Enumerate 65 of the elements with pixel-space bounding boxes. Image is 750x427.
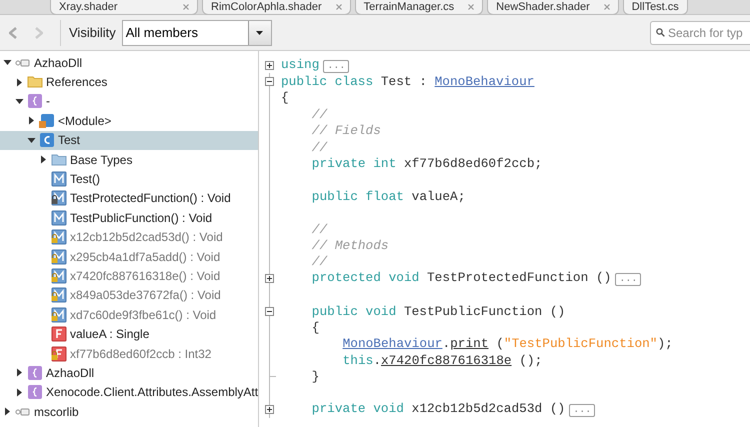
tree-item[interactable]: TestProtectedFunction() : Void	[0, 188, 258, 208]
file-tab[interactable]: Xray.shader	[50, 0, 198, 15]
tree-item[interactable]: xd7c60de9f3fbe61c() : Void	[0, 305, 258, 324]
collapse-fold-icon[interactable]	[265, 306, 274, 316]
close-icon[interactable]	[336, 4, 342, 10]
expand-arrow-icon[interactable]	[39, 155, 48, 164]
code-line: public void TestPublicFunction ()	[310, 304, 566, 319]
collapse-arrow-icon[interactable]	[15, 96, 24, 106]
code-line: }	[310, 369, 320, 384]
code-line: // Fields	[310, 123, 381, 138]
file-tab[interactable]: TerrainManager.cs	[354, 0, 484, 15]
search-icon	[656, 26, 665, 39]
code-line: public float valueA;	[310, 188, 466, 204]
code-line: private int xf77b6d8ed60f2ccb;	[310, 156, 542, 172]
tree-item[interactable]: Test()	[0, 169, 258, 189]
tree-item[interactable]: x12cb12b5d2cad53d() : Void	[0, 228, 258, 247]
expand-arrow-icon[interactable]	[3, 407, 12, 416]
code-line: //	[310, 106, 328, 122]
tree-item[interactable]: valueA : Single	[0, 324, 258, 344]
close-icon[interactable]	[604, 4, 610, 10]
code-line: {	[281, 90, 289, 106]
collapse-arrow-icon[interactable]	[27, 136, 36, 145]
expand-arrow-icon[interactable]	[15, 78, 24, 87]
file-tab[interactable]: RimColorAphla.shader	[202, 0, 351, 15]
file-tab[interactable]: DllTest.cs	[622, 0, 688, 15]
tree-item[interactable]: AzhaoDll	[0, 53, 258, 72]
code-line: this.x7420fc887616318e ();	[342, 352, 542, 368]
code-line: using ...	[281, 57, 350, 74]
tree-item[interactable]: xf77b6d8ed60f2ccb : Int32	[0, 344, 258, 364]
tree-item[interactable]: AzhaoDll	[0, 363, 258, 383]
tree-item[interactable]: x295cb4a1df7a5add() : Void	[0, 246, 258, 266]
tree-item[interactable]: TestPublicFunction() : Void	[0, 208, 258, 228]
tree-item[interactable]: Xenocode.Client.Attributes.AssemblyAtt	[0, 382, 258, 402]
file-tab[interactable]: NewShader.shader	[487, 0, 619, 15]
code-line: //	[310, 140, 328, 155]
code-line: //	[310, 254, 328, 270]
dropdown-arrow-icon	[256, 30, 264, 34]
visibility-dropdown[interactable]: All members	[122, 20, 272, 46]
tree-item[interactable]: mscorlib	[0, 402, 258, 422]
code-line: protected void TestProtectedFunction () ...	[281, 270, 642, 286]
collapse-fold-icon[interactable]	[265, 77, 274, 86]
expand-fold-icon[interactable]	[265, 274, 274, 283]
code-line: // Methods	[310, 238, 389, 253]
close-icon[interactable]	[468, 4, 474, 10]
visibility-label: Visibility	[69, 25, 116, 40]
tree-item[interactable]: <Module>	[0, 111, 258, 131]
tree-item[interactable]: References	[0, 72, 258, 92]
collapse-arrow-icon[interactable]	[3, 58, 12, 68]
tree-item[interactable]: -	[0, 92, 258, 112]
code-line: private void x12cb12b5d2cad53d () ...	[281, 401, 596, 418]
tree-item[interactable]: Test	[0, 130, 258, 150]
search-field[interactable]: Search for typ	[650, 20, 750, 44]
tree-item[interactable]: Base Types	[0, 150, 258, 170]
expand-arrow-icon[interactable]	[15, 368, 24, 378]
code-line: {	[310, 320, 320, 335]
code-line: //	[310, 222, 328, 237]
expand-fold-icon[interactable]	[265, 60, 274, 70]
code-line: public class Test : MonoBehaviour	[281, 74, 534, 90]
expand-arrow-icon[interactable]	[27, 116, 36, 126]
expand-fold-icon[interactable]	[265, 404, 274, 414]
close-icon[interactable]	[183, 4, 189, 10]
code-line: MonoBehaviour.print ("TestPublicFunction");	[342, 336, 673, 352]
tree-item[interactable]: x7420fc887616318e() : Void	[0, 266, 258, 286]
expand-arrow-icon[interactable]	[15, 388, 24, 397]
tree-item[interactable]: x849a053de37672fa() : Void	[0, 286, 258, 306]
